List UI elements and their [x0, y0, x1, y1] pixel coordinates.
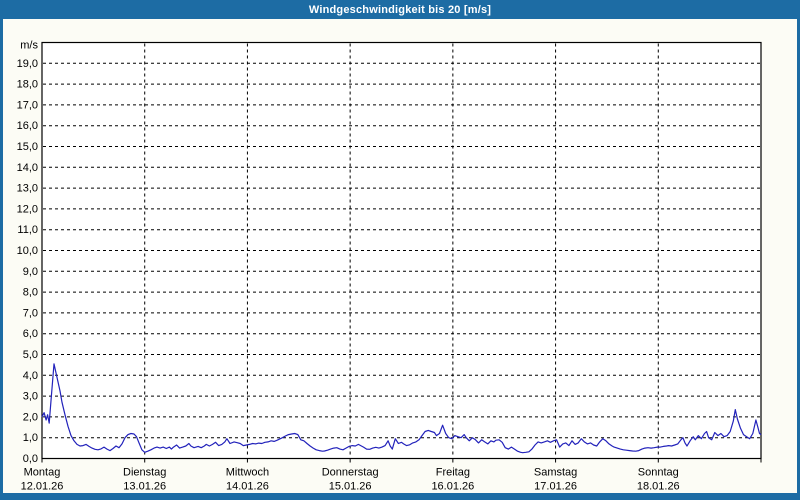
y-tick-label: 16,0 [17, 120, 38, 132]
chart-area: m/s 0,0 1,0 2,0 3,0 4,0 5,0 6,0 7,0 8,0 9,0 10,0 11,… [3, 19, 797, 493]
y-tick-label: 9,0 [23, 266, 38, 278]
y-tick-label: 4,0 [23, 370, 38, 382]
x-day-weekday-label: Dienstag [123, 467, 166, 479]
x-day-weekday-label: Donnerstag [322, 467, 379, 479]
x-day-date-label: 15.01.26 [329, 481, 372, 493]
y-tick-label: 1,0 [23, 432, 38, 444]
title-bar: Windgeschwindigkeit bis 20 [m/s] [0, 0, 800, 19]
x-day-weekday-label: Freitag [436, 467, 470, 479]
y-tick-label: 8,0 [23, 287, 38, 299]
x-day-date-label: 18.01.26 [637, 481, 680, 493]
y-tick-label: 6,0 [23, 328, 38, 340]
y-tick-label: 12,0 [17, 203, 38, 215]
y-tick-label: 7,0 [23, 307, 38, 319]
x-day-weekday-label: Sonntag [638, 467, 679, 479]
y-tick-label: 18,0 [17, 79, 38, 91]
y-axis-unit-label: m/s [20, 40, 38, 52]
x-day-weekday-label: Montag [24, 467, 61, 479]
x-day-date-label: 17.01.26 [534, 481, 577, 493]
x-day-weekday-label: Samstag [534, 467, 577, 479]
x-day-date-label: 14.01.26 [226, 481, 269, 493]
y-tick-label: 2,0 [23, 411, 38, 423]
x-day-date-label: 13.01.26 [123, 481, 166, 493]
plot-border [41, 41, 762, 460]
wind-speed-chart: m/s 0,0 1,0 2,0 3,0 4,0 5,0 6,0 7,0 8,0 9,0 10,0 11,… [17, 40, 762, 493]
y-tick-label: 5,0 [23, 349, 38, 361]
y-tick-label: 11,0 [17, 224, 38, 236]
y-tick-label: 15,0 [17, 141, 38, 153]
y-tick-label: 10,0 [17, 245, 38, 257]
x-day-date-label: 12.01.26 [21, 481, 64, 493]
y-tick-label: 0,0 [23, 453, 38, 465]
x-day-weekday-label: Mittwoch [226, 467, 269, 479]
y-tick-label: 17,0 [17, 99, 38, 111]
y-tick-label: 13,0 [17, 183, 38, 195]
y-tick-label: 14,0 [17, 162, 38, 174]
y-tick-label: 19,0 [17, 58, 38, 70]
x-day-date-label: 16.01.26 [431, 481, 474, 493]
y-tick-label: 3,0 [23, 391, 38, 403]
app-window: Windgeschwindigkeit bis 20 [m/s] m/s 0,0 1… [0, 0, 800, 500]
window-title: Windgeschwindigkeit bis 20 [m/s] [308, 3, 492, 16]
window-frame-bottom [0, 493, 800, 500]
